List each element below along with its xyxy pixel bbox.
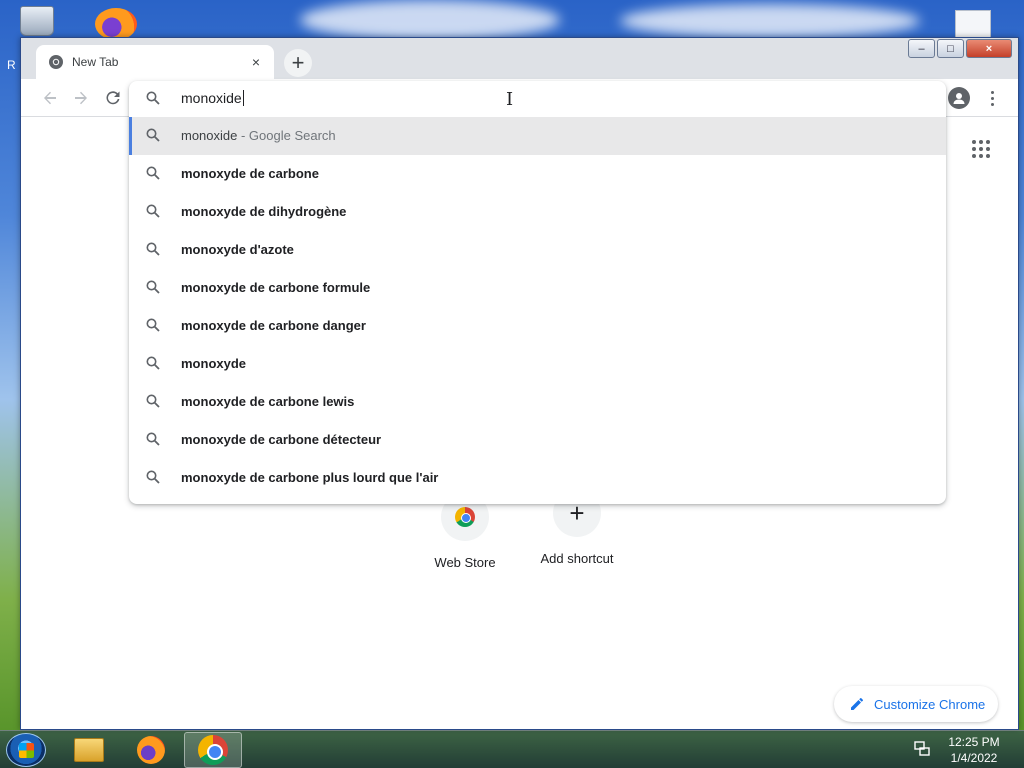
forward-arrow-icon[interactable]	[69, 86, 93, 110]
close-window-button[interactable]: ×	[966, 39, 1012, 58]
suggestion-item[interactable]: monoxyde de carbone formule	[129, 269, 946, 307]
desktop-partial-label: R	[7, 58, 16, 72]
suggestion-label: monoxyde de dihydrogène	[181, 204, 347, 219]
taskbar-explorer[interactable]	[60, 732, 118, 768]
shortcut-web-store[interactable]: Web Store	[415, 493, 515, 570]
desktop-cloud	[620, 4, 920, 38]
customize-chrome-label: Customize Chrome	[874, 696, 986, 712]
tab-strip: New Tab × + – □ ×	[21, 38, 1018, 79]
folder-icon	[74, 738, 104, 762]
chrome-window: New Tab × + – □ × Web Store + Add shortc…	[20, 37, 1019, 730]
search-icon	[146, 432, 160, 451]
window-controls: – □ ×	[908, 39, 1012, 58]
search-icon	[146, 470, 160, 489]
omnibox-input-row[interactable]: monoxide I	[129, 81, 946, 117]
maximize-button[interactable]: □	[937, 39, 964, 58]
suggestion-item[interactable]: monoxyde de carbone détecteur	[129, 421, 946, 459]
suggestion-suffix: - Google Search	[237, 128, 336, 143]
tab-new-tab[interactable]: New Tab ×	[36, 45, 274, 79]
pencil-icon	[850, 697, 864, 711]
text-caret	[242, 90, 244, 106]
suggestion-label: monoxyde de carbone détecteur	[181, 432, 382, 447]
system-clock[interactable]: 12:25 PM 1/4/2022	[942, 734, 1006, 766]
search-icon	[146, 394, 160, 413]
start-button[interactable]	[6, 733, 46, 767]
search-icon	[146, 318, 160, 337]
omnibox-dropdown: monoxide I monoxide - Google Search mono…	[129, 81, 946, 504]
suggestion-item[interactable]: monoxyde de carbone plus lourd que l'air	[129, 459, 946, 497]
minimize-button[interactable]: –	[908, 39, 935, 58]
customize-chrome-button[interactable]: Customize Chrome	[834, 686, 998, 722]
search-icon	[146, 242, 160, 261]
suggestion-item[interactable]: monoxyde d'azote	[129, 231, 946, 269]
search-icon	[146, 128, 160, 147]
suggestion-item[interactable]: monoxide - Google Search	[129, 117, 946, 155]
tab-close-icon[interactable]: ×	[248, 54, 264, 70]
suggestion-label: monoxyde de carbone plus lourd que l'air	[181, 470, 439, 485]
suggestion-text: monoxide	[181, 128, 238, 143]
network-icon[interactable]	[913, 740, 931, 758]
clock-time: 12:25 PM	[948, 735, 1000, 749]
profile-icon[interactable]	[948, 87, 970, 109]
taskbar-chrome[interactable]	[184, 732, 242, 768]
desktop-cloud	[300, 0, 560, 40]
firefox-icon	[137, 736, 165, 764]
search-icon	[146, 356, 160, 375]
suggestion-item[interactable]: monoxyde de carbone lewis	[129, 383, 946, 421]
suggestion-label: monoxyde de carbone formule	[181, 280, 371, 295]
chrome-icon	[198, 735, 228, 765]
document-desktop-icon[interactable]	[955, 10, 991, 40]
new-tab-button[interactable]: +	[284, 49, 312, 77]
firefox-desktop-icon[interactable]	[95, 8, 137, 40]
suggestion-label: monoxyde de carbone	[181, 166, 319, 181]
suggestion-item[interactable]: monoxyde	[129, 345, 946, 383]
kebab-menu-icon[interactable]	[984, 87, 1000, 109]
taskbar-firefox[interactable]	[122, 732, 180, 768]
suggestion-item[interactable]: monoxyde de dihydrogène	[129, 193, 946, 231]
ibeam-cursor-icon: I	[506, 89, 514, 110]
suggestion-item[interactable]: monoxyde de carbone	[129, 155, 946, 193]
tab-title: New Tab	[72, 55, 119, 69]
suggestion-label: monoxide - Google Search	[181, 128, 336, 143]
suggestion-label: monoxyde	[181, 356, 247, 371]
search-icon	[146, 204, 160, 223]
suggestion-label: monoxyde d'azote	[181, 242, 294, 257]
clock-date: 1/4/2022	[950, 751, 998, 765]
taskbar: 12:25 PM 1/4/2022	[0, 730, 1024, 768]
search-icon	[146, 280, 160, 299]
omnibox-input[interactable]: monoxide	[181, 90, 244, 106]
suggestion-label: monoxyde de carbone lewis	[181, 394, 355, 409]
omnibox-input-value: monoxide	[181, 90, 242, 106]
search-icon	[146, 166, 160, 185]
recycle-bin-icon[interactable]	[20, 6, 54, 36]
suggestion-item[interactable]: monoxyde de carbone danger	[129, 307, 946, 345]
chrome-favicon-icon	[48, 54, 64, 70]
chrome-webstore-icon	[455, 507, 475, 527]
reload-icon[interactable]	[101, 86, 125, 110]
suggestion-label: monoxyde de carbone danger	[181, 318, 366, 333]
back-arrow-icon[interactable]	[38, 86, 62, 110]
shortcut-label: Web Store	[434, 555, 496, 570]
shortcut-label: Add shortcut	[540, 551, 614, 566]
search-icon	[146, 91, 160, 110]
apps-grid-icon[interactable]	[972, 140, 990, 158]
